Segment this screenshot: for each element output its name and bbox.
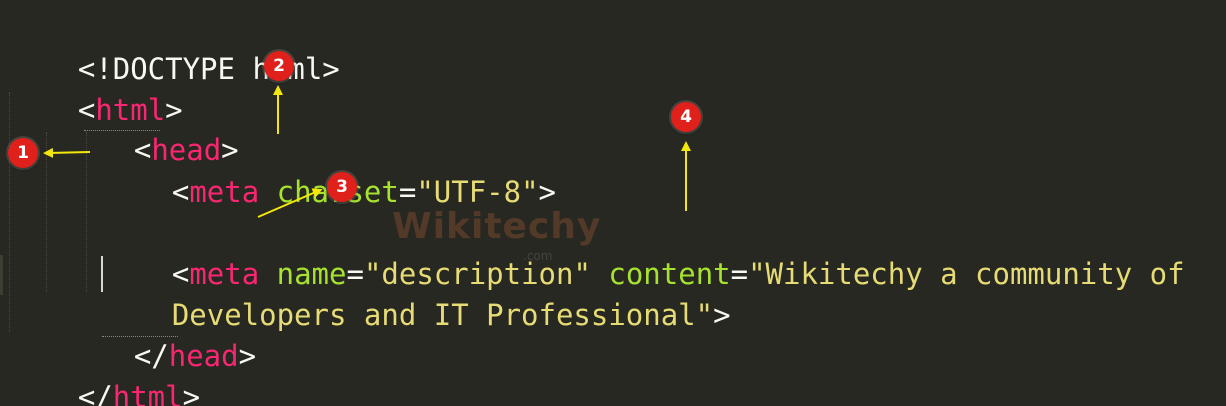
equals-sign: =	[398, 175, 417, 209]
gutter-marker	[0, 255, 3, 295]
code-line-4: <meta charset="UTF-8">	[102, 132, 556, 209]
callout-badge-3: 3	[327, 172, 357, 202]
close-bracket: >	[182, 380, 201, 406]
code-editor[interactable]: <!DOCTYPE html> <html> <head> <meta char…	[0, 0, 1226, 406]
close-bracket: >	[238, 339, 257, 373]
html-tag-name: html	[112, 380, 183, 406]
open-bracket: <	[171, 175, 190, 209]
indent-guide	[46, 132, 47, 292]
close-bracket: >	[538, 175, 556, 209]
text-cursor	[101, 256, 103, 292]
code-line-6: <meta name="description" content="Wikite…	[102, 214, 1185, 291]
charset-value: "UTF-8"	[416, 175, 539, 209]
callout-badge-1: 1	[8, 138, 38, 168]
callout-badge-4: 4	[671, 102, 701, 132]
content-value-start: "Wikitechy a community of	[748, 257, 1185, 291]
code-line-8: </head>	[64, 296, 256, 373]
meta-tag-name: meta	[189, 175, 260, 209]
code-line-2: <html>	[8, 50, 183, 127]
code-line-7: Developers and IT Professional">	[102, 255, 731, 332]
callout-badge-2: 2	[264, 51, 294, 81]
code-line-9: </html>	[8, 337, 200, 406]
matched-tag-underline	[84, 130, 160, 131]
code-line-3: <head>	[64, 90, 239, 167]
equals-sign: =	[730, 257, 749, 291]
code-line-1: <!DOCTYPE html>	[8, 9, 340, 86]
close-bracket: >	[713, 298, 731, 332]
open-end-bracket: </	[77, 380, 113, 406]
